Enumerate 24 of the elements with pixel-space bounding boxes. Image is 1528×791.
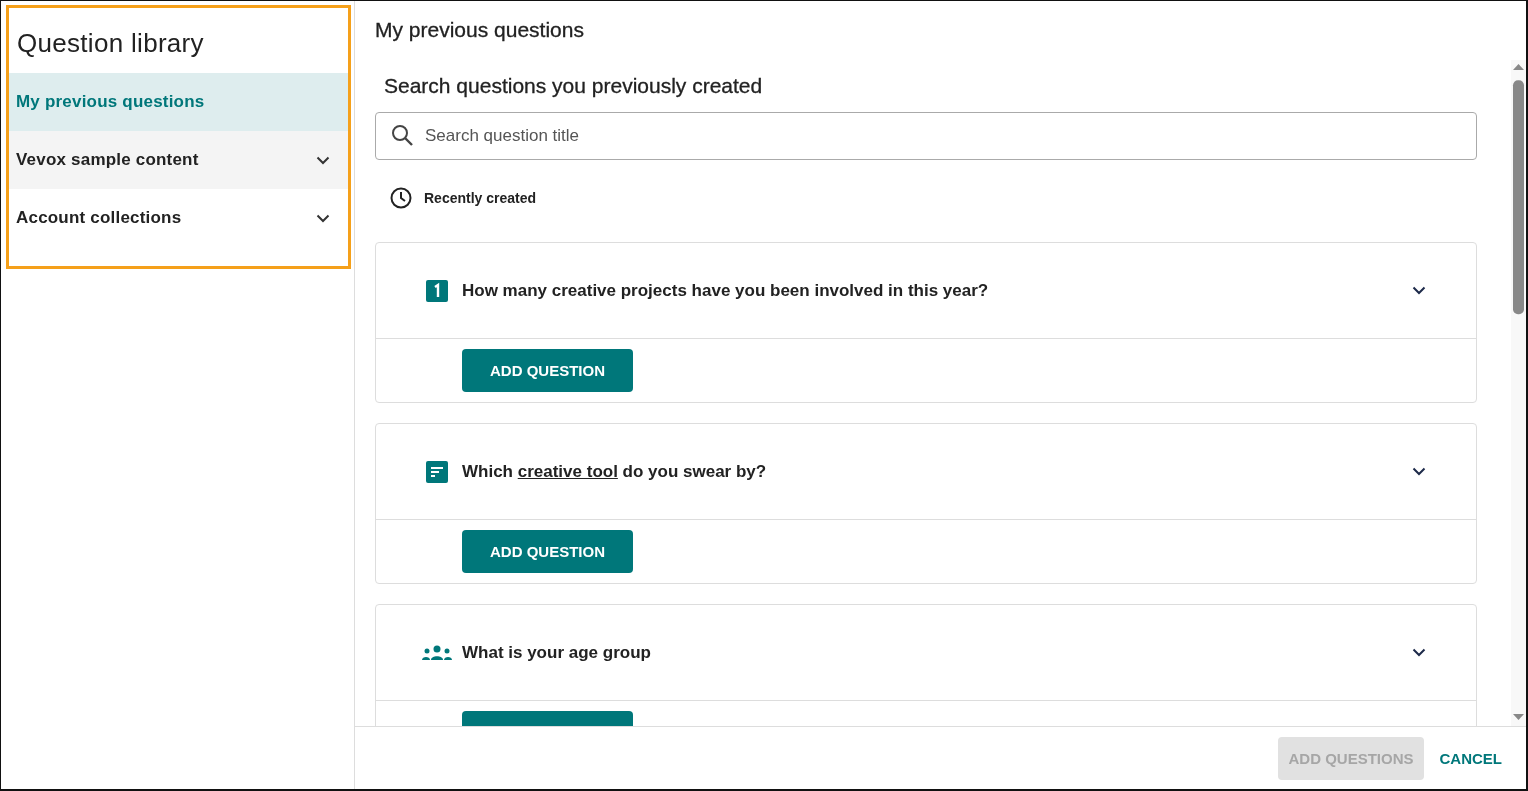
question-title: How many creative projects have you been involved in this year?	[462, 280, 990, 301]
number-one-icon	[426, 279, 448, 302]
section-heading: Search questions you previously created	[384, 74, 764, 98]
text-lines-icon	[426, 460, 448, 483]
question-title: What is your age group	[462, 642, 652, 663]
chevron-down-icon	[316, 155, 330, 165]
sidebar-title: Question library	[16, 27, 205, 60]
expand-chevron-icon[interactable]	[1412, 467, 1426, 476]
people-icon	[422, 644, 452, 661]
question-title: Which creative tool do you swear by?	[462, 461, 768, 482]
cancel-button[interactable]: CANCEL	[1429, 736, 1512, 780]
sidebar-item[interactable]: My previous questions	[9, 73, 348, 131]
sidebar-item[interactable]: Account collections	[9, 189, 348, 247]
sidebar-item[interactable]: Vevox sample content	[9, 131, 348, 189]
search-field[interactable]: Search question title	[375, 112, 1477, 160]
search-icon	[391, 124, 413, 146]
chevron-down-icon	[316, 213, 330, 223]
page-title: My previous questions	[374, 17, 585, 43]
add-question-button[interactable]: ADD QUESTION	[462, 530, 633, 573]
sort-label[interactable]: Recently created	[424, 190, 537, 206]
expand-chevron-icon[interactable]	[1412, 286, 1426, 295]
expand-chevron-icon[interactable]	[1412, 648, 1426, 657]
clock-icon	[390, 187, 412, 209]
add-question-button[interactable]: ADD QUESTION	[462, 349, 633, 392]
